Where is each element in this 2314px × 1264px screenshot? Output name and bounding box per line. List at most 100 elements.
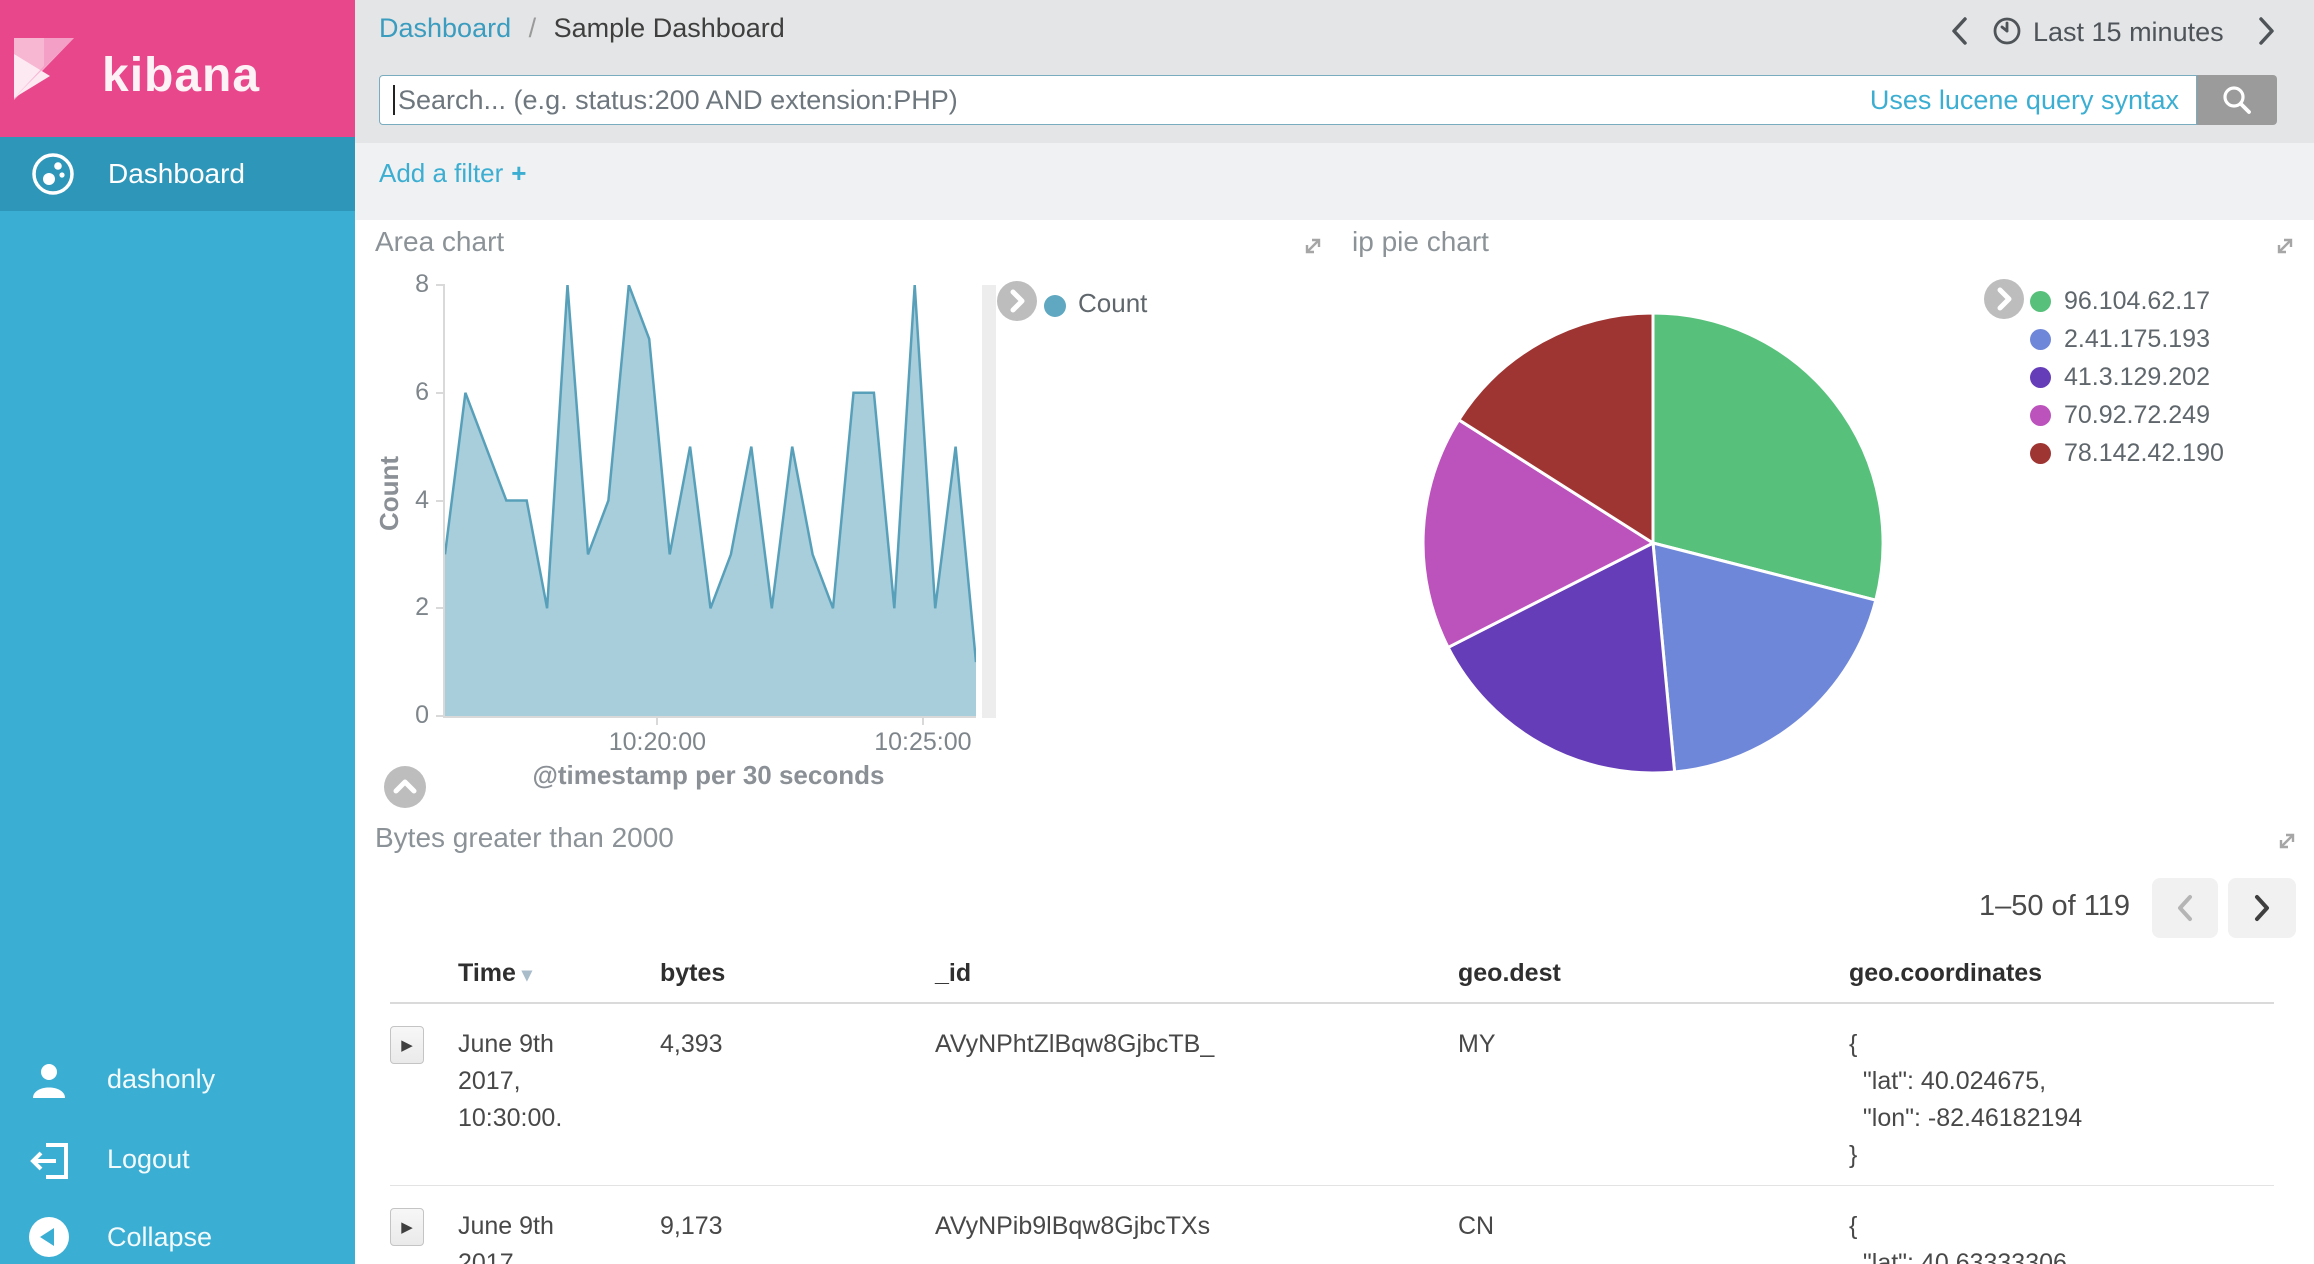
column-header--id[interactable]: _id bbox=[935, 959, 1458, 988]
search-icon bbox=[2220, 83, 2254, 117]
area-plot[interactable]: 0246810:20:0010:25:00 bbox=[443, 285, 976, 718]
logout-label: Logout bbox=[107, 1144, 190, 1175]
sidebar-item-user[interactable]: dashonly bbox=[0, 1052, 355, 1110]
y-axis-tick bbox=[436, 392, 445, 394]
chevron-left-icon bbox=[1947, 14, 1973, 48]
y-axis-tick bbox=[436, 607, 445, 609]
lucene-syntax-link[interactable]: Uses lucene query syntax bbox=[1870, 85, 2179, 116]
row-expand-cell: ▶ bbox=[390, 1208, 458, 1246]
table-panel-title[interactable]: Bytes greater than 2000 bbox=[375, 822, 674, 854]
pie-legend-item[interactable]: 41.3.129.202 bbox=[2030, 358, 2224, 396]
pie-panel-title[interactable]: ip pie chart bbox=[1352, 226, 1489, 258]
breadcrumb-dashboard-link[interactable]: Dashboard bbox=[379, 13, 511, 43]
add-filter-label: Add a filter bbox=[379, 158, 503, 188]
y-axis-tick-label: 2 bbox=[415, 593, 429, 622]
cell-time: June 9th 2017, 10:30:00. bbox=[458, 1026, 608, 1137]
legend-label: 78.142.42.190 bbox=[2064, 439, 2224, 468]
chevron-right-icon bbox=[2253, 14, 2279, 48]
logout-icon bbox=[28, 1138, 74, 1184]
legend-label: 96.104.62.17 bbox=[2064, 287, 2210, 316]
timepicker-label[interactable]: Last 15 minutes bbox=[2033, 17, 2224, 48]
partial-bucket-strip bbox=[982, 285, 996, 718]
cell-bytes: 9,173 bbox=[660, 1208, 935, 1245]
panel-collapse-button[interactable] bbox=[384, 766, 426, 808]
y-axis-tick bbox=[436, 715, 445, 717]
text-cursor bbox=[393, 85, 395, 115]
user-icon bbox=[28, 1058, 70, 1104]
expand-panel-icon[interactable] bbox=[1300, 233, 1326, 259]
legend-color-dot bbox=[2030, 291, 2051, 312]
legend-color-dot bbox=[2030, 405, 2051, 426]
search-bar: Uses lucene query syntax bbox=[379, 75, 2197, 125]
x-axis-tick bbox=[656, 716, 658, 725]
y-axis-tick-label: 0 bbox=[415, 701, 429, 730]
collapse-label: Collapse bbox=[107, 1222, 212, 1253]
column-header-label: geo.coordinates bbox=[1849, 959, 2042, 987]
column-header-geo-dest[interactable]: geo.dest bbox=[1458, 959, 1849, 988]
search-button[interactable] bbox=[2197, 75, 2277, 125]
cell-bytes: 4,393 bbox=[660, 1026, 935, 1063]
column-header-bytes[interactable]: bytes bbox=[660, 959, 935, 988]
pagination-label: 1–50 of 119 bbox=[1840, 890, 2130, 923]
sidebar: kibana Dashboard dashonly bbox=[0, 0, 355, 1264]
legend-color-dot bbox=[2030, 329, 2051, 350]
y-axis-tick-label: 6 bbox=[415, 378, 429, 407]
column-header-time[interactable]: Time ▾ bbox=[458, 959, 660, 988]
timepicker-forward-button[interactable] bbox=[2253, 14, 2283, 50]
sidebar-item-logout[interactable]: Logout bbox=[0, 1132, 355, 1190]
legend-toggle-button[interactable] bbox=[1984, 279, 2024, 319]
y-axis-tick bbox=[436, 284, 445, 286]
sidebar-item-dashboard[interactable]: Dashboard bbox=[0, 137, 355, 211]
breadcrumb: Dashboard / Sample Dashboard bbox=[379, 13, 785, 44]
cell-id: AVyNPib9lBqw8GjbcTXs bbox=[935, 1208, 1458, 1245]
pie-legend-item[interactable]: 70.92.72.249 bbox=[2030, 396, 2224, 434]
add-filter-link[interactable]: Add a filter+ bbox=[379, 158, 526, 189]
y-axis-tick bbox=[436, 500, 445, 502]
legend-toggle-button[interactable] bbox=[997, 281, 1037, 321]
expand-panel-icon[interactable] bbox=[2274, 828, 2300, 854]
legend-color-dot bbox=[2030, 443, 2051, 464]
row-expand-button[interactable]: ▶ bbox=[390, 1026, 424, 1064]
kibana-dashboard-app: kibana Dashboard dashonly bbox=[0, 0, 2314, 1264]
pagination-prev-button[interactable] bbox=[2152, 878, 2218, 938]
sidebar-brand-header[interactable]: kibana bbox=[0, 0, 355, 137]
x-axis-title: @timestamp per 30 seconds bbox=[443, 760, 974, 791]
count-legend-label[interactable]: Count bbox=[1078, 288, 1147, 319]
pie-legend: 96.104.62.17 2.41.175.193 41.3.129.202 70.9… bbox=[2030, 282, 2224, 472]
sort-caret-icon[interactable]: ▾ bbox=[522, 964, 532, 986]
table-row: ▶ June 9th 2017, 10:30:00. 4,393AVyNPhtZlB… bbox=[390, 1004, 2274, 1186]
legend-color-dot bbox=[2030, 367, 2051, 388]
area-chart-svg[interactable] bbox=[445, 285, 976, 716]
chevron-right-circle-icon bbox=[997, 281, 1037, 321]
row-expand-button[interactable]: ▶ bbox=[390, 1208, 424, 1246]
cell-time: June 9th 2017, bbox=[458, 1208, 608, 1264]
data-table: Time ▾ bytes _id geo.dest geo.coordinates ▶ Ju… bbox=[390, 944, 2274, 1264]
column-header-label: _id bbox=[935, 959, 971, 987]
area-panel-title[interactable]: Area chart bbox=[375, 226, 504, 258]
clock-icon bbox=[1991, 15, 2023, 47]
cell-geo-dest: CN bbox=[1458, 1208, 1849, 1245]
column-header-label: Time bbox=[458, 959, 516, 987]
chevron-left-icon bbox=[2173, 892, 2197, 924]
table-header-row: Time ▾ bytes _id geo.dest geo.coordinates bbox=[390, 944, 2274, 1004]
legend-label: 41.3.129.202 bbox=[2064, 363, 2210, 392]
breadcrumb-current: Sample Dashboard bbox=[554, 13, 785, 43]
legend-label: 70.92.72.249 bbox=[2064, 401, 2210, 430]
pie-legend-item[interactable]: 2.41.175.193 bbox=[2030, 320, 2224, 358]
pie-legend-item[interactable]: 78.142.42.190 bbox=[2030, 434, 2224, 472]
count-series-dot[interactable] bbox=[1044, 295, 1066, 317]
timepicker-back-button[interactable] bbox=[1947, 14, 1977, 50]
cell-id: AVyNPhtZlBqw8GjbcTB_ bbox=[935, 1026, 1458, 1063]
filter-bar: Add a filter+ bbox=[355, 143, 2314, 220]
expand-panel-icon[interactable] bbox=[2272, 233, 2298, 259]
pie-chart[interactable] bbox=[1420, 310, 1886, 776]
legend-label: 2.41.175.193 bbox=[2064, 325, 2210, 354]
column-header-geo-coordinates[interactable]: geo.coordinates bbox=[1849, 959, 2274, 988]
collapse-circle-icon bbox=[28, 1216, 70, 1258]
column-header-label: geo.dest bbox=[1458, 959, 1561, 987]
sidebar-item-collapse[interactable]: Collapse bbox=[0, 1210, 355, 1264]
pie-legend-item[interactable]: 96.104.62.17 bbox=[2030, 282, 2224, 320]
pagination-next-button[interactable] bbox=[2228, 878, 2296, 938]
column-header-label: bytes bbox=[660, 959, 725, 987]
kibana-logo-icon bbox=[14, 38, 74, 100]
